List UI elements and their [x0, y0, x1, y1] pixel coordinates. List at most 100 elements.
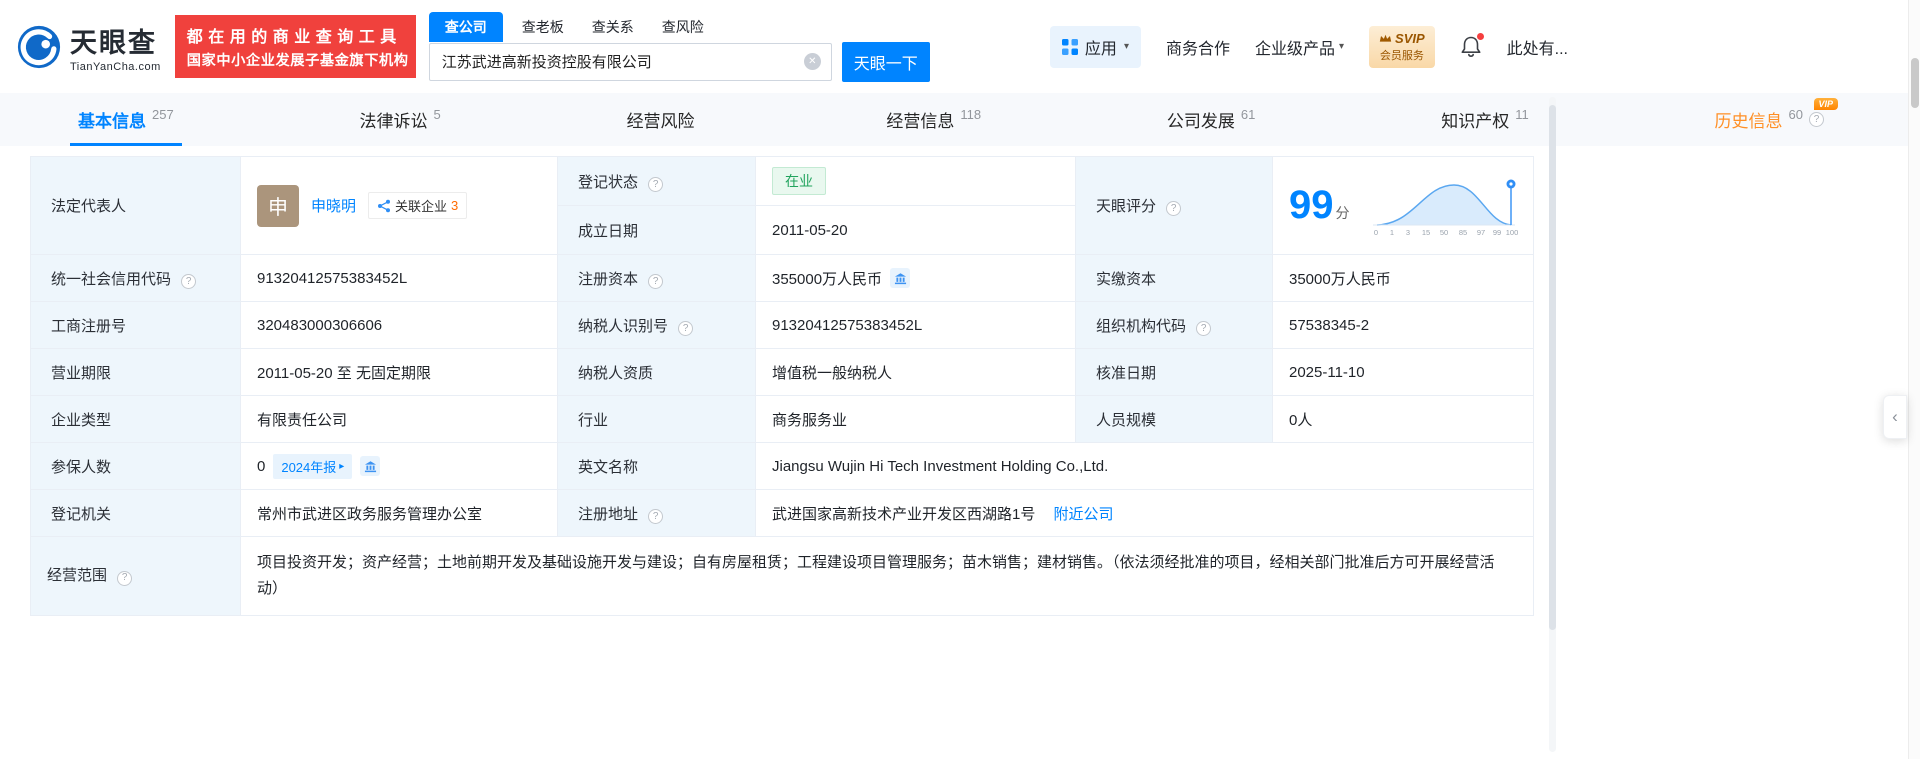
- content-scrollbar-thumb[interactable]: [1549, 105, 1556, 630]
- tab-business-info[interactable]: 经营信息 118: [878, 93, 989, 146]
- field-label-approval-date: 核准日期: [1075, 348, 1273, 396]
- bank-icon: [364, 460, 376, 472]
- field-value-business-scope: 项目投资开发；资产经营；土地前期开发及基础设施开发与建设；自有房屋租赁；工程建设…: [240, 536, 1534, 616]
- legal-rep-avatar[interactable]: 申: [257, 184, 299, 227]
- insured-detail-button[interactable]: [360, 456, 381, 476]
- legal-rep-name-link[interactable]: 申晓明: [311, 195, 356, 216]
- field-label-english-name: 英文名称: [557, 442, 756, 490]
- tab-history-info[interactable]: VIP 历史信息 60 ?: [1707, 93, 1838, 146]
- nav-cooperation[interactable]: 商务合作: [1166, 35, 1230, 59]
- status-badge: 在业: [772, 167, 826, 195]
- field-label-establish-date: 成立日期: [557, 205, 756, 255]
- clear-icon[interactable]: ✕: [803, 53, 821, 70]
- taxpayer-quality-text: 增值税一般纳税人: [772, 364, 893, 382]
- search-tab-risk[interactable]: 查风险: [653, 12, 713, 42]
- apps-button[interactable]: 应用 ▾: [1049, 25, 1141, 68]
- help-icon[interactable]: ?: [1166, 201, 1182, 216]
- notification-dot: [1476, 33, 1484, 40]
- brand-name: 天眼查: [70, 27, 157, 58]
- tab-business-risk[interactable]: 经营风险: [619, 93, 709, 146]
- nav-enterprise[interactable]: 企业级产品 ▾: [1255, 35, 1344, 59]
- field-label-reg-status: 登记状态 ?: [557, 156, 756, 206]
- field-value-industry: 商务服务业: [755, 395, 1076, 443]
- search-button[interactable]: 天眼一下: [841, 41, 930, 82]
- tab-company-development[interactable]: 公司发展 61: [1159, 93, 1263, 146]
- field-label-text: 登记状态: [578, 173, 639, 191]
- capital-detail-button[interactable]: [890, 268, 911, 288]
- field-value-company-type: 有限责任公司: [240, 395, 558, 443]
- field-label-insured: 参保人数: [30, 442, 241, 490]
- search-tabs: 查公司 查老板 查关系 查风险: [428, 11, 930, 42]
- tab-legal-proceedings[interactable]: 法律诉讼 5: [352, 93, 449, 146]
- business-scope-text: 项目投资开发；资产经营；土地前期开发及基础设施开发与建设；自有房屋租赁；工程建设…: [257, 554, 1495, 597]
- field-label-text: 行业: [578, 411, 609, 429]
- annual-report-link[interactable]: 2024年报 ▸: [273, 453, 353, 479]
- field-label-company-type: 企业类型: [30, 395, 241, 443]
- related-companies-badge[interactable]: 关联企业 3: [368, 192, 468, 219]
- approval-date-text: 2025-11-10: [1289, 363, 1365, 381]
- search-tab-boss[interactable]: 查老板: [513, 12, 573, 42]
- field-label-text: 注册资本: [578, 270, 639, 288]
- chevron-left-icon: ‹: [1892, 407, 1898, 426]
- nearby-companies-link[interactable]: 附近公司: [1054, 506, 1114, 523]
- help-icon[interactable]: ?: [648, 273, 664, 289]
- help-icon[interactable]: ?: [117, 570, 133, 586]
- tab-label: 法律诉讼: [359, 112, 428, 131]
- related-companies-count: 3: [451, 198, 459, 213]
- help-icon[interactable]: ?: [1808, 112, 1824, 127]
- field-label-reg-authority: 登记机关: [30, 489, 241, 537]
- reg-address-text: 武进国家高新技术产业开发区西湖路1号: [772, 505, 1036, 523]
- english-name-text: Jiangsu Wujin Hi Tech Investment Holding…: [772, 457, 1109, 475]
- apps-label: 应用: [1084, 40, 1117, 58]
- search-input[interactable]: [429, 53, 804, 70]
- search-tab-company[interactable]: 查公司: [428, 11, 503, 42]
- search-tab-relation[interactable]: 查关系: [583, 12, 643, 42]
- tab-label: 经营风险: [626, 112, 695, 131]
- tab-intellectual-property[interactable]: 知识产权 11: [1433, 93, 1537, 146]
- tianyancha-page: 天眼查 TianYanCha.com 都在用的商业查询工具 国家中小企业发展子基…: [0, 0, 1920, 759]
- field-label-text: 企业类型: [51, 411, 112, 429]
- help-icon[interactable]: ?: [678, 320, 694, 336]
- related-companies-label: 关联企业: [395, 199, 448, 214]
- tab-label: 历史信息: [1714, 112, 1783, 131]
- score-axis-tick: 3: [1406, 228, 1410, 237]
- score-axis-tick: 15: [1422, 228, 1430, 237]
- field-label-text: 纳税人资质: [578, 364, 654, 382]
- score-unit: 分: [1335, 205, 1350, 221]
- field-label-business-scope: 经营范围 ?: [30, 536, 241, 616]
- field-label-text: 成立日期: [578, 222, 639, 240]
- field-label-credit-code: 统一社会信用代码 ?: [30, 254, 241, 302]
- tab-count: 61: [1240, 107, 1256, 122]
- tab-count: 5: [433, 107, 441, 122]
- svip-top-row: SVIP: [1379, 31, 1425, 46]
- staff-size-text: 0人: [1289, 411, 1313, 429]
- help-icon[interactable]: ?: [648, 176, 664, 192]
- tianyancha-logo-icon: [17, 25, 61, 68]
- company-info-table: 法定代表人 申 申晓明 关联企业 3 登记状态 ? 在业 天眼评分 ? 99 分…: [30, 156, 1534, 616]
- reg-authority-text: 常州市武进区政务服务管理办公室: [257, 505, 483, 523]
- crown-icon: [1379, 34, 1392, 42]
- collapse-panel-button[interactable]: ‹: [1883, 395, 1907, 439]
- browser-scrollbar[interactable]: [1908, 0, 1920, 759]
- svip-badge[interactable]: SVIP 会员服务: [1369, 25, 1435, 68]
- field-label-text: 注册地址: [578, 505, 639, 523]
- field-label-text: 组织机构代码: [1096, 317, 1187, 335]
- industry-text: 商务服务业: [772, 411, 848, 429]
- browser-scrollbar-thumb[interactable]: [1911, 58, 1919, 108]
- help-icon[interactable]: ?: [648, 508, 664, 524]
- field-value-taxpayer-quality: 增值税一般纳税人: [755, 348, 1076, 396]
- field-value-taxpayer-id: 91320412575383452L: [755, 301, 1076, 349]
- tianyancha-logo[interactable]: 天眼查 TianYanCha.com: [16, 21, 161, 73]
- field-label-text: 英文名称: [578, 458, 639, 476]
- tab-basic-info[interactable]: 基本信息 257: [70, 93, 182, 146]
- notifications-button[interactable]: [1460, 33, 1484, 58]
- field-label-taxpayer-quality: 纳税人资质: [557, 348, 756, 396]
- nav-more[interactable]: 此处有...: [1507, 35, 1568, 59]
- field-label-text: 营业期限: [51, 364, 112, 382]
- help-icon[interactable]: ?: [181, 273, 197, 289]
- field-value-insured: 0 2024年报 ▸: [240, 442, 558, 490]
- content-scrollbar[interactable]: [1549, 97, 1556, 752]
- field-label-text: 天眼评分: [1096, 198, 1157, 215]
- paid-capital-text: 35000万人民币: [1289, 270, 1391, 288]
- help-icon[interactable]: ?: [1196, 320, 1212, 336]
